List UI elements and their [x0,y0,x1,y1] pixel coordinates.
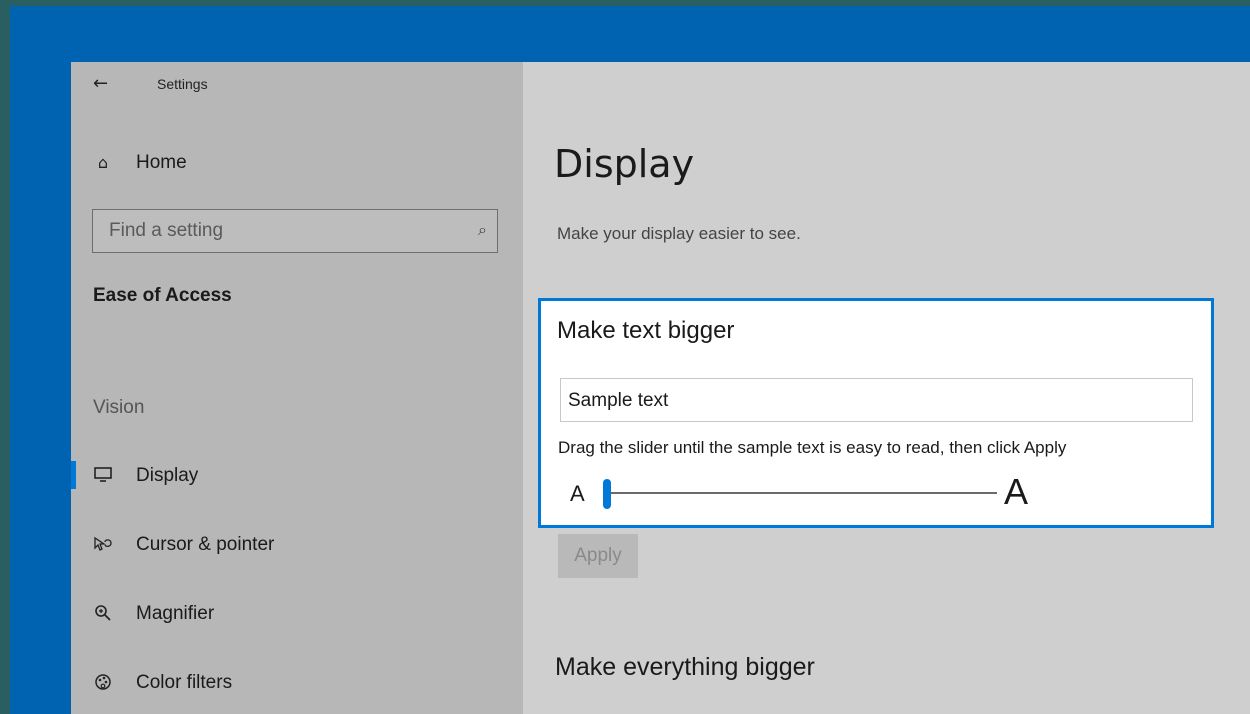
search-input[interactable] [93,210,469,252]
search-box: ⌕ [92,209,498,253]
title-bar: ← Settings [71,62,523,106]
text-size-slider-track[interactable] [603,492,997,494]
sidebar-item-home[interactable]: ⌂ Home [71,140,523,184]
sidebar-item-magnifier[interactable]: Magnifier [71,591,523,635]
group-label-vision: Vision [93,397,145,418]
settings-window: ← Settings ⌂ Home ⌕ Ease of Access Visio… [71,62,1250,714]
monitor-icon [91,464,115,486]
window-title: Settings [157,76,208,92]
main-content: Display Make your display easier to see.… [523,62,1250,714]
slider-min-label: A [570,481,585,506]
cursor-icon [91,533,115,555]
sidebar-item-color-filters[interactable]: Color filters [71,660,523,704]
sample-text: Sample text [568,390,669,411]
slider-max-label: A [1004,471,1029,512]
make-everything-bigger-heading: Make everything bigger [555,653,815,681]
text-size-heading: Make text bigger [557,317,735,344]
sidebar-item-display[interactable]: Display [71,453,523,497]
sidebar: ← Settings ⌂ Home ⌕ Ease of Access Visio… [71,62,523,714]
magnifier-icon [91,602,115,624]
slider-instructions: Drag the slider until the sample text is… [558,438,1067,457]
sidebar-item-label: Display [136,465,199,486]
apply-button[interactable]: Apply [558,534,638,578]
back-arrow-icon[interactable]: ← [93,70,108,98]
sidebar-item-cursor-pointer[interactable]: Cursor & pointer [71,522,523,566]
make-text-bigger-panel: Make text bigger Sample text Drag the sl… [538,298,1214,528]
section-heading: Ease of Access [93,285,232,306]
sample-text-box: Sample text [560,378,1193,422]
sidebar-item-label: Cursor & pointer [136,534,275,555]
text-size-slider-thumb[interactable] [603,479,611,509]
color-filter-icon [91,671,115,693]
page-title: Display [554,142,695,186]
sidebar-item-label: Magnifier [136,603,215,624]
page-subtitle: Make your display easier to see. [557,224,801,243]
sidebar-item-label: Color filters [136,672,233,693]
sidebar-item-label: Home [136,152,187,173]
active-indicator [71,461,76,489]
search-icon[interactable]: ⌕ [478,220,487,240]
home-icon: ⌂ [97,152,109,172]
